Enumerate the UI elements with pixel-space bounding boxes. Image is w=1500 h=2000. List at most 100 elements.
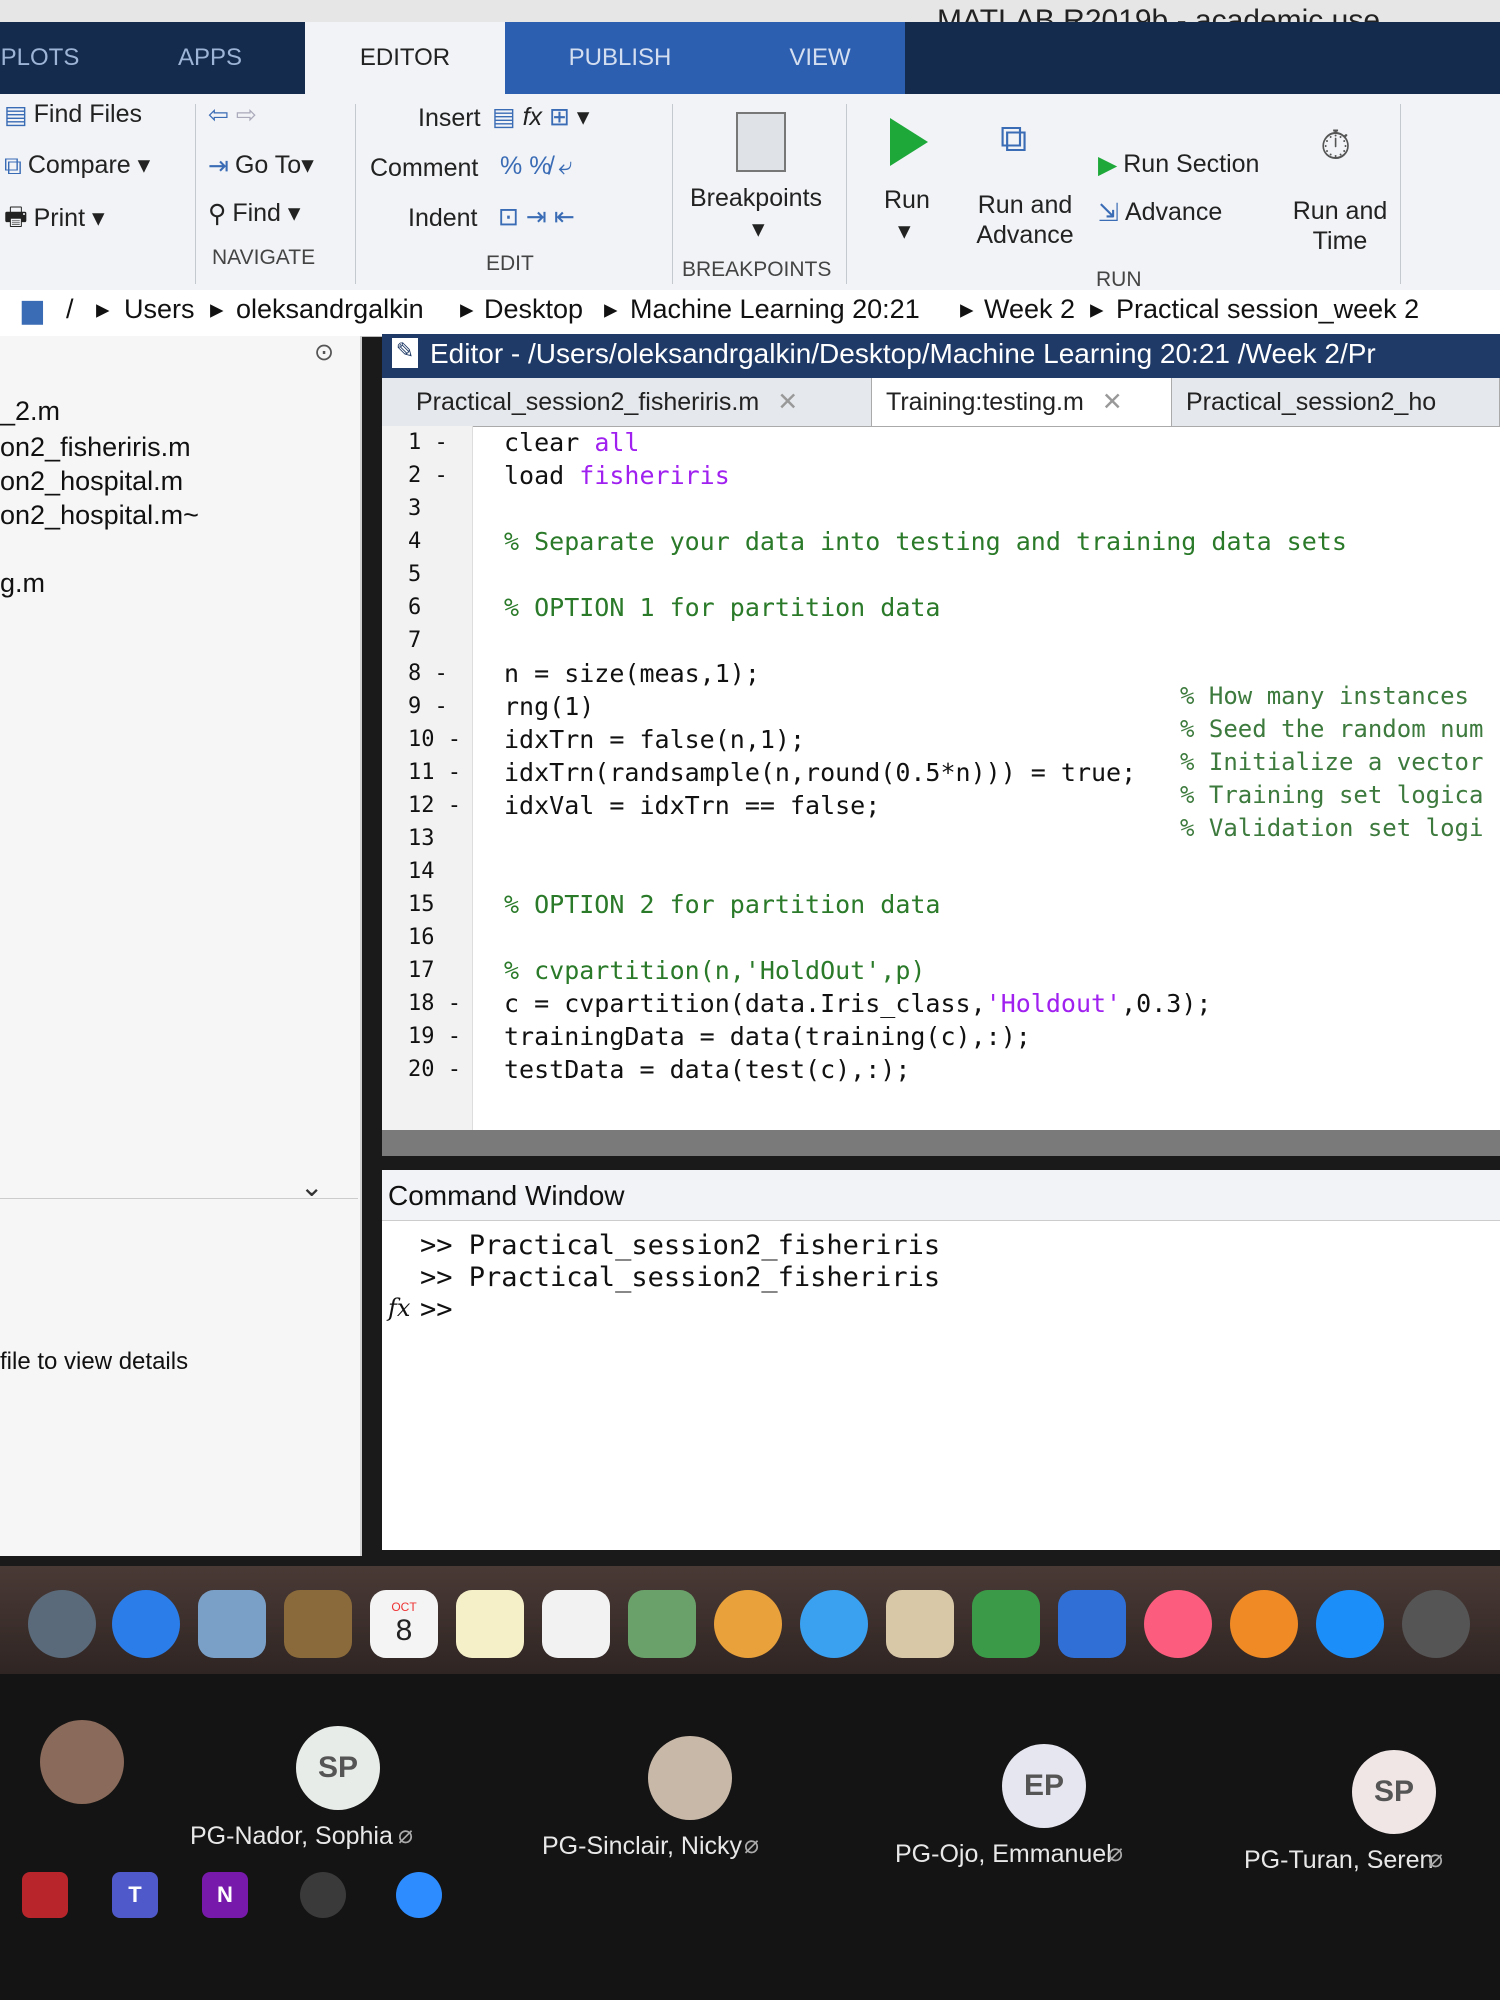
- zoom-icon[interactable]: [396, 1872, 442, 1918]
- breadcrumb-user[interactable]: oleksandrgalkin: [236, 294, 424, 325]
- increase-indent-icon[interactable]: ⇥: [526, 203, 547, 231]
- breadcrumb-machine-learning[interactable]: Machine Learning 20:21: [630, 294, 920, 325]
- comment-icon[interactable]: %: [500, 152, 522, 180]
- maps-icon[interactable]: [628, 1590, 696, 1658]
- compare-button[interactable]: ⧉ Compare ▾: [4, 150, 150, 181]
- run-button[interactable]: Run: [884, 186, 930, 215]
- keynote-icon[interactable]: [1058, 1590, 1126, 1658]
- breadcrumb-practical-session[interactable]: Practical session_week 2: [1116, 294, 1419, 325]
- teams-icon[interactable]: T: [112, 1872, 158, 1918]
- tab-practical-session2-hospital[interactable]: Practical_session2_ho: [1172, 378, 1500, 426]
- run-section-button[interactable]: ▶ Run Section: [1098, 150, 1259, 180]
- launchpad-icon[interactable]: [28, 1590, 96, 1658]
- chevron-down-icon[interactable]: ▾: [577, 103, 590, 131]
- code-line-20[interactable]: testData = data(test(c),:);: [504, 1055, 910, 1084]
- file-item[interactable]: on2_hospital.m: [0, 466, 183, 497]
- code-line-6[interactable]: % OPTION 1 for partition data: [504, 593, 941, 622]
- insert-function-icon[interactable]: ⊞: [549, 103, 570, 131]
- app-store-icon[interactable]: [1316, 1590, 1384, 1658]
- smart-indent-icon[interactable]: ⊡: [498, 203, 519, 231]
- participant-avatar[interactable]: SP: [1352, 1750, 1436, 1834]
- breakpoints-button[interactable]: Breakpoints: [690, 184, 822, 213]
- messages-icon[interactable]: [800, 1590, 868, 1658]
- participant-avatar-photo[interactable]: [40, 1720, 124, 1804]
- breadcrumb-users[interactable]: Users: [124, 294, 195, 325]
- tab-plots[interactable]: PLOTS: [0, 22, 80, 94]
- code-line-9[interactable]: rng(1): [504, 692, 594, 721]
- horizontal-scrollbar[interactable]: [382, 1130, 1500, 1156]
- participant-avatar-photo[interactable]: [648, 1736, 732, 1820]
- close-icon[interactable]: ✕: [1102, 387, 1123, 417]
- code-line-18[interactable]: c = cvpartition(data.Iris_class,'Holdout…: [504, 989, 1211, 1018]
- breadcrumb-week[interactable]: Week 2: [984, 294, 1075, 325]
- onenote-icon[interactable]: N: [202, 1872, 248, 1918]
- breadcrumb-root[interactable]: /: [66, 294, 74, 325]
- insert-button[interactable]: Insert: [418, 104, 481, 133]
- code-line-8[interactable]: n = size(meas,1);: [504, 659, 760, 688]
- code-line-11[interactable]: idxTrn(randsample(n,round(0.5*n))) = tru…: [504, 758, 1136, 787]
- freeform-icon[interactable]: [886, 1590, 954, 1658]
- comment-icons[interactable]: % %̸ ⤶: [500, 152, 572, 181]
- tab-training-testing[interactable]: Training:testing.m ✕: [872, 378, 1172, 426]
- advance-button[interactable]: ⇲ Advance: [1098, 198, 1222, 228]
- find-files-button[interactable]: ▤ Find Files: [4, 100, 142, 130]
- slack-icon[interactable]: [300, 1872, 346, 1918]
- file-item[interactable]: _2.m: [0, 396, 60, 427]
- address-bar[interactable]: ▆ / ▸ Users ▸ oleksandrgalkin ▸ Desktop …: [0, 290, 1500, 337]
- command-prompt[interactable]: >>: [420, 1294, 453, 1325]
- music-icon[interactable]: [1144, 1590, 1212, 1658]
- tab-practical-session2-fisheriris[interactable]: Practical_session2_fisheriris.m ✕: [402, 378, 872, 426]
- system-preferences-icon[interactable]: [1402, 1590, 1470, 1658]
- wrap-comments-icon[interactable]: ⤶: [558, 152, 572, 180]
- file-item[interactable]: on2_hospital.m~: [0, 500, 199, 531]
- command-window[interactable]: [382, 1170, 1500, 1550]
- go-to-button[interactable]: ⇥ Go To▾: [208, 150, 314, 181]
- file-item[interactable]: g.m: [0, 568, 45, 599]
- folder-icon[interactable]: ▆: [22, 294, 43, 325]
- panel-menu-icon[interactable]: ⊙: [314, 338, 334, 367]
- mail-icon[interactable]: [198, 1590, 266, 1658]
- find-button[interactable]: ⚲ Find ▾: [208, 198, 300, 229]
- back-forward-buttons[interactable]: ⇦ ⇨: [208, 100, 257, 130]
- indent-button[interactable]: Indent: [408, 204, 478, 233]
- insert-section-icon[interactable]: ▤: [492, 103, 516, 131]
- code-line-1[interactable]: clear all: [504, 428, 639, 457]
- print-button[interactable]: 🖶 Print ▾: [4, 198, 105, 241]
- back-arrow-icon[interactable]: ⇦: [208, 101, 229, 129]
- code-line-12[interactable]: idxVal = idxTrn == false;: [504, 791, 880, 820]
- participant-avatar[interactable]: EP: [1002, 1744, 1086, 1828]
- uncomment-icon[interactable]: %̸: [529, 152, 551, 180]
- code-line-17[interactable]: % cvpartition(n,'HoldOut',p): [504, 956, 925, 985]
- tab-editor[interactable]: EDITOR: [305, 22, 505, 94]
- comment-button[interactable]: Comment: [370, 154, 478, 183]
- code-line-15[interactable]: % OPTION 2 for partition data: [504, 890, 941, 919]
- reminders-icon[interactable]: [542, 1590, 610, 1658]
- chevron-down-icon[interactable]: ▾: [898, 216, 911, 246]
- chevron-down-icon[interactable]: ▾: [752, 214, 765, 244]
- close-icon[interactable]: ✕: [777, 387, 798, 417]
- decrease-indent-icon[interactable]: ⇤: [554, 203, 575, 231]
- insert-icons[interactable]: ▤ fx ⊞ ▾: [492, 102, 589, 132]
- safari-icon[interactable]: [112, 1590, 180, 1658]
- books-icon[interactable]: [1230, 1590, 1298, 1658]
- fx-icon[interactable]: fx: [388, 1294, 410, 1322]
- participant-avatar[interactable]: SP: [296, 1726, 380, 1810]
- photos-icon[interactable]: [714, 1590, 782, 1658]
- code-line-2[interactable]: load fisheriris: [504, 461, 730, 490]
- app-icon[interactable]: [22, 1872, 68, 1918]
- code-line-4[interactable]: % Separate your data into testing and tr…: [504, 527, 1347, 556]
- indent-icons[interactable]: ⊡ ⇥ ⇤: [498, 202, 575, 232]
- forward-arrow-icon[interactable]: ⇨: [236, 101, 257, 129]
- calendar-icon[interactable]: OCT 8: [370, 1590, 438, 1658]
- numbers-icon[interactable]: [972, 1590, 1040, 1658]
- tab-apps[interactable]: APPS: [130, 22, 290, 94]
- run-and-advance-button[interactable]: Run and Advance: [975, 190, 1075, 250]
- code-line-10[interactable]: idxTrn = false(n,1);: [504, 725, 805, 754]
- notes-icon[interactable]: [456, 1590, 524, 1658]
- run-and-time-button[interactable]: Run and Time: [1290, 196, 1390, 256]
- contacts-icon[interactable]: [284, 1590, 352, 1658]
- code-line-19[interactable]: trainingData = data(training(c),:);: [504, 1022, 1031, 1051]
- tab-view[interactable]: VIEW: [735, 22, 905, 94]
- tab-publish[interactable]: PUBLISH: [505, 22, 735, 94]
- file-item[interactable]: on2_fisheriris.m: [0, 432, 191, 463]
